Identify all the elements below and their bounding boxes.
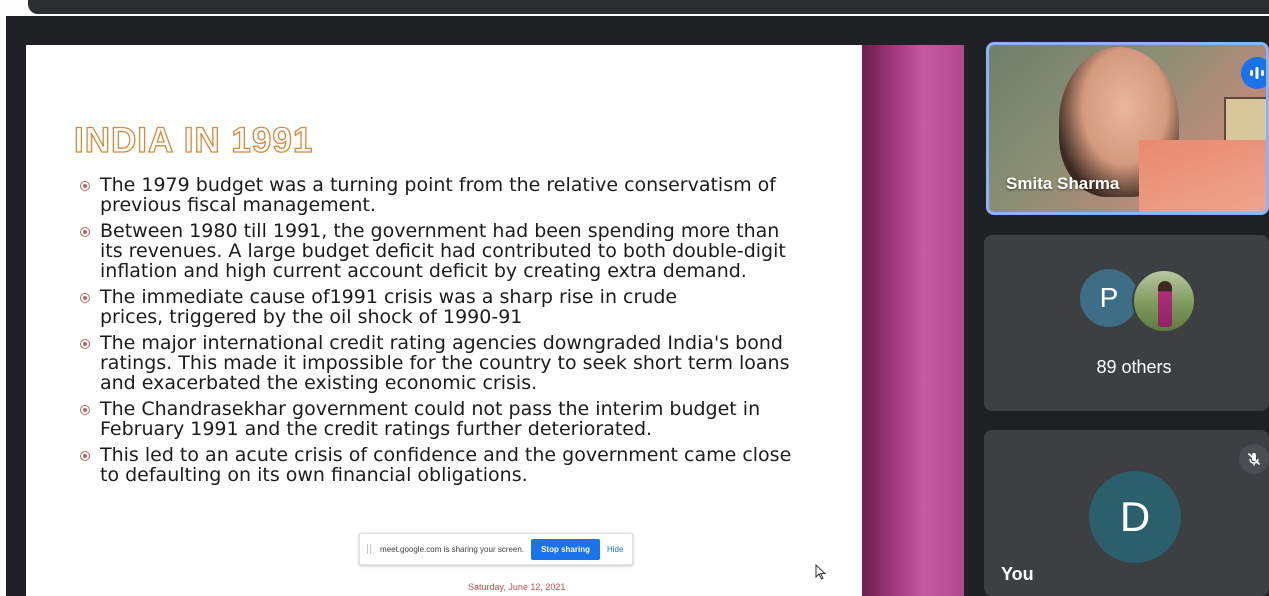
bullet-item: The 1979 budget was a turning point from… [78, 175, 808, 215]
left-edge [0, 16, 6, 596]
participant-avatar: P [1080, 269, 1138, 327]
speaker-name: Smita Sharma [1006, 174, 1120, 193]
meeting-top-bar [28, 0, 1269, 14]
bullet-item: This led to an acute crisis of confidenc… [78, 445, 808, 485]
presentation-slide: INDIA IN 1991 The 1979 budget was a turn… [26, 45, 964, 596]
audio-level-icon [1241, 57, 1266, 89]
others-count: 89 others [1096, 357, 1172, 377]
slide-accent-panel [862, 45, 964, 596]
participant-photo-avatar [1132, 269, 1196, 333]
speaker-clothing [1139, 140, 1266, 212]
bullet-icon [80, 451, 90, 461]
bullet-icon [80, 339, 90, 349]
bullet-item: The Chandrasekhar government could not p… [78, 399, 808, 439]
stop-sharing-button[interactable]: Stop sharing [531, 538, 600, 560]
bullet-icon [80, 227, 90, 237]
bullet-item: The immediate cause of1991 crisis was a … [78, 287, 808, 327]
mouse-pointer-icon [815, 564, 827, 580]
speaker-tile[interactable]: Smita Sharma [986, 42, 1269, 215]
screen-share-notification: meet.google.com is sharing your screen. … [359, 533, 633, 565]
hide-button[interactable]: Hide [607, 545, 623, 554]
slide-date: Saturday, June 12, 2021 [468, 582, 566, 592]
bullet-icon [80, 405, 90, 415]
share-message: meet.google.com is sharing your screen. [380, 544, 525, 554]
others-tile[interactable]: P 89 others [984, 235, 1269, 411]
drag-handle-icon[interactable] [367, 544, 371, 554]
self-avatar: D [1089, 471, 1181, 563]
bullet-item: The major international credit rating ag… [78, 333, 808, 393]
self-tile[interactable]: D You [984, 430, 1269, 596]
bullet-item: Between 1980 till 1991, the government h… [78, 221, 808, 281]
self-label: You [1001, 564, 1034, 584]
slide-bullets: The 1979 budget was a turning point from… [78, 175, 808, 491]
bullet-icon [80, 293, 90, 303]
mic-off-icon [1239, 444, 1269, 474]
slide-title: INDIA IN 1991 [73, 120, 314, 160]
bullet-icon [80, 181, 90, 191]
